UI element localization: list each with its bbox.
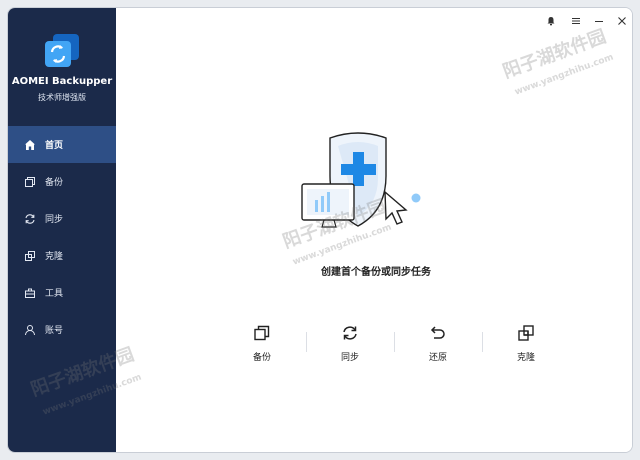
backup-button[interactable]: 备份 <box>218 320 306 370</box>
backup-icon <box>24 176 36 188</box>
clone-icon <box>517 324 535 342</box>
divider <box>482 332 483 352</box>
sidebar-item-label: 账号 <box>45 326 64 336</box>
sidebar-item-label: 备份 <box>45 178 64 188</box>
sidebar-item-backup[interactable]: 备份 <box>8 163 116 200</box>
account-icon <box>24 324 36 336</box>
notification-bell-icon[interactable] <box>544 14 558 28</box>
backup-icon <box>253 324 271 342</box>
sync-button[interactable]: 同步 <box>306 320 394 370</box>
quick-actions: 备份 同步 还原 克隆 <box>218 320 570 370</box>
action-label: 备份 <box>252 353 271 363</box>
action-label: 同步 <box>340 353 359 363</box>
sidebar-item-sync[interactable]: 同步 <box>8 200 116 237</box>
task-title: 创建首个备份或同步任务 <box>321 267 431 278</box>
aomei-logo-icon <box>44 34 80 68</box>
restore-icon <box>429 324 447 342</box>
sidebar-nav: 首页 备份 同步 克隆 工具 账号 <box>8 126 116 348</box>
sidebar-item-clone[interactable]: 克隆 <box>8 237 116 274</box>
sidebar-item-tools[interactable]: 工具 <box>8 274 116 311</box>
sidebar-item-label: 工具 <box>45 289 64 299</box>
sidebar: AOMEI Backupper 技术师增强版 首页 备份 同步 克隆 工具 账号 <box>8 8 116 452</box>
sidebar-item-home[interactable]: 首页 <box>8 126 116 163</box>
app-window: AOMEI Backupper 技术师增强版 首页 备份 同步 克隆 工具 账号… <box>7 7 633 453</box>
clone-button[interactable]: 克隆 <box>482 320 570 370</box>
menu-icon[interactable] <box>569 14 583 28</box>
home-icon <box>24 139 36 151</box>
sync-icon <box>24 213 36 225</box>
sync-icon <box>341 324 359 342</box>
shield-illustration-icon <box>288 126 428 236</box>
app-name: AOMEI Backupper <box>11 76 113 87</box>
sidebar-item-label: 克隆 <box>45 252 64 262</box>
sidebar-item-label: 首页 <box>45 141 64 151</box>
sidebar-item-account[interactable]: 账号 <box>8 311 116 348</box>
close-icon[interactable] <box>615 14 629 28</box>
minimize-icon[interactable] <box>592 14 606 28</box>
clone-icon <box>24 250 36 262</box>
main-panel: 创建首个备份或同步任务 备份 同步 还原 克隆 <box>116 8 632 452</box>
action-label: 还原 <box>428 353 447 363</box>
sidebar-item-label: 同步 <box>45 215 64 225</box>
divider <box>306 332 307 352</box>
app-edition: 技术师增强版 <box>38 93 86 102</box>
action-label: 克隆 <box>516 353 535 363</box>
tools-icon <box>24 287 36 299</box>
restore-button[interactable]: 还原 <box>394 320 482 370</box>
divider <box>394 332 395 352</box>
